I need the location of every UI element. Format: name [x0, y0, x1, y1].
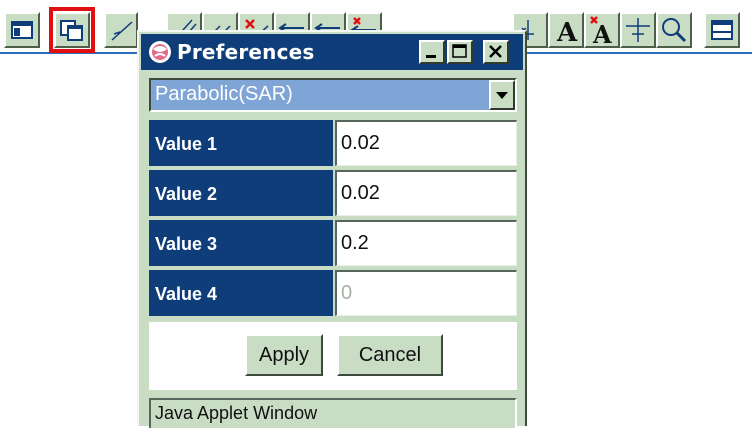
svg-text:A: A [592, 20, 612, 46]
dialog-title: Preferences [177, 40, 315, 64]
java-applet-icon [149, 41, 171, 63]
parameter-label: Value 2 [149, 170, 333, 218]
close-button[interactable] [483, 40, 509, 64]
indicator-select-value: Parabolic(SAR) [155, 83, 293, 105]
dialog-title-bar[interactable]: Preferences [141, 34, 523, 70]
indicator-select-toggle[interactable] [489, 80, 515, 110]
parameter-label: Value 3 [149, 220, 333, 268]
value-2-input[interactable]: 0.02 [335, 170, 517, 216]
parameter-table: Value 1 0.02 Value 2 0.02 Value 3 0.2 Va… [149, 120, 517, 320]
applet-status-bar: Java Applet Window [149, 398, 517, 428]
value-3-input[interactable]: 0.2 [335, 220, 517, 266]
parameter-row: Value 3 0.2 [149, 220, 517, 270]
parameter-row: Value 4 0 [149, 270, 517, 320]
cancel-button[interactable]: Cancel [337, 334, 443, 376]
trend-line-icon [111, 21, 133, 41]
zoom-icon [662, 18, 687, 43]
parameter-label: Value 4 [149, 270, 333, 318]
preferences-icon [60, 20, 83, 41]
parameter-row: Value 1 0.02 [149, 120, 517, 170]
parameter-row: Value 2 0.02 [149, 170, 517, 220]
maximize-icon [452, 44, 467, 58]
preferences-dialog: Preferences Parabolic(SAR) Value 1 0.02 … [137, 30, 527, 428]
text-icon: A [556, 18, 578, 46]
parameter-label: Value 1 [149, 120, 333, 168]
close-icon [489, 45, 502, 58]
preferences-tool-button[interactable] [49, 7, 95, 53]
value-4-input: 0 [335, 270, 517, 316]
cross-cursor-icon [626, 18, 650, 42]
value-1-input[interactable]: 0.02 [335, 120, 517, 166]
dialog-button-bar: Apply Cancel [149, 322, 517, 390]
svg-text:A: A [556, 18, 578, 46]
zoom-tool-button[interactable] [656, 12, 692, 48]
panel-icon [711, 20, 733, 40]
maximize-button[interactable] [447, 40, 473, 64]
apply-button[interactable]: Apply [245, 334, 323, 376]
cross-cursor-tool-button[interactable] [620, 12, 656, 48]
minimize-button[interactable] [419, 40, 445, 64]
window-icon [11, 21, 33, 39]
chevron-down-icon [496, 92, 508, 99]
delete-text-tool-button[interactable]: A [584, 12, 620, 48]
text-tool-button[interactable]: A [548, 12, 584, 48]
trend-line-tool-button[interactable] [104, 12, 138, 48]
minimize-icon [426, 55, 436, 58]
panel-tool-button[interactable] [704, 12, 740, 48]
delete-text-icon: A [590, 16, 612, 46]
window-tool-button[interactable] [4, 12, 40, 48]
indicator-select[interactable]: Parabolic(SAR) [149, 78, 517, 112]
